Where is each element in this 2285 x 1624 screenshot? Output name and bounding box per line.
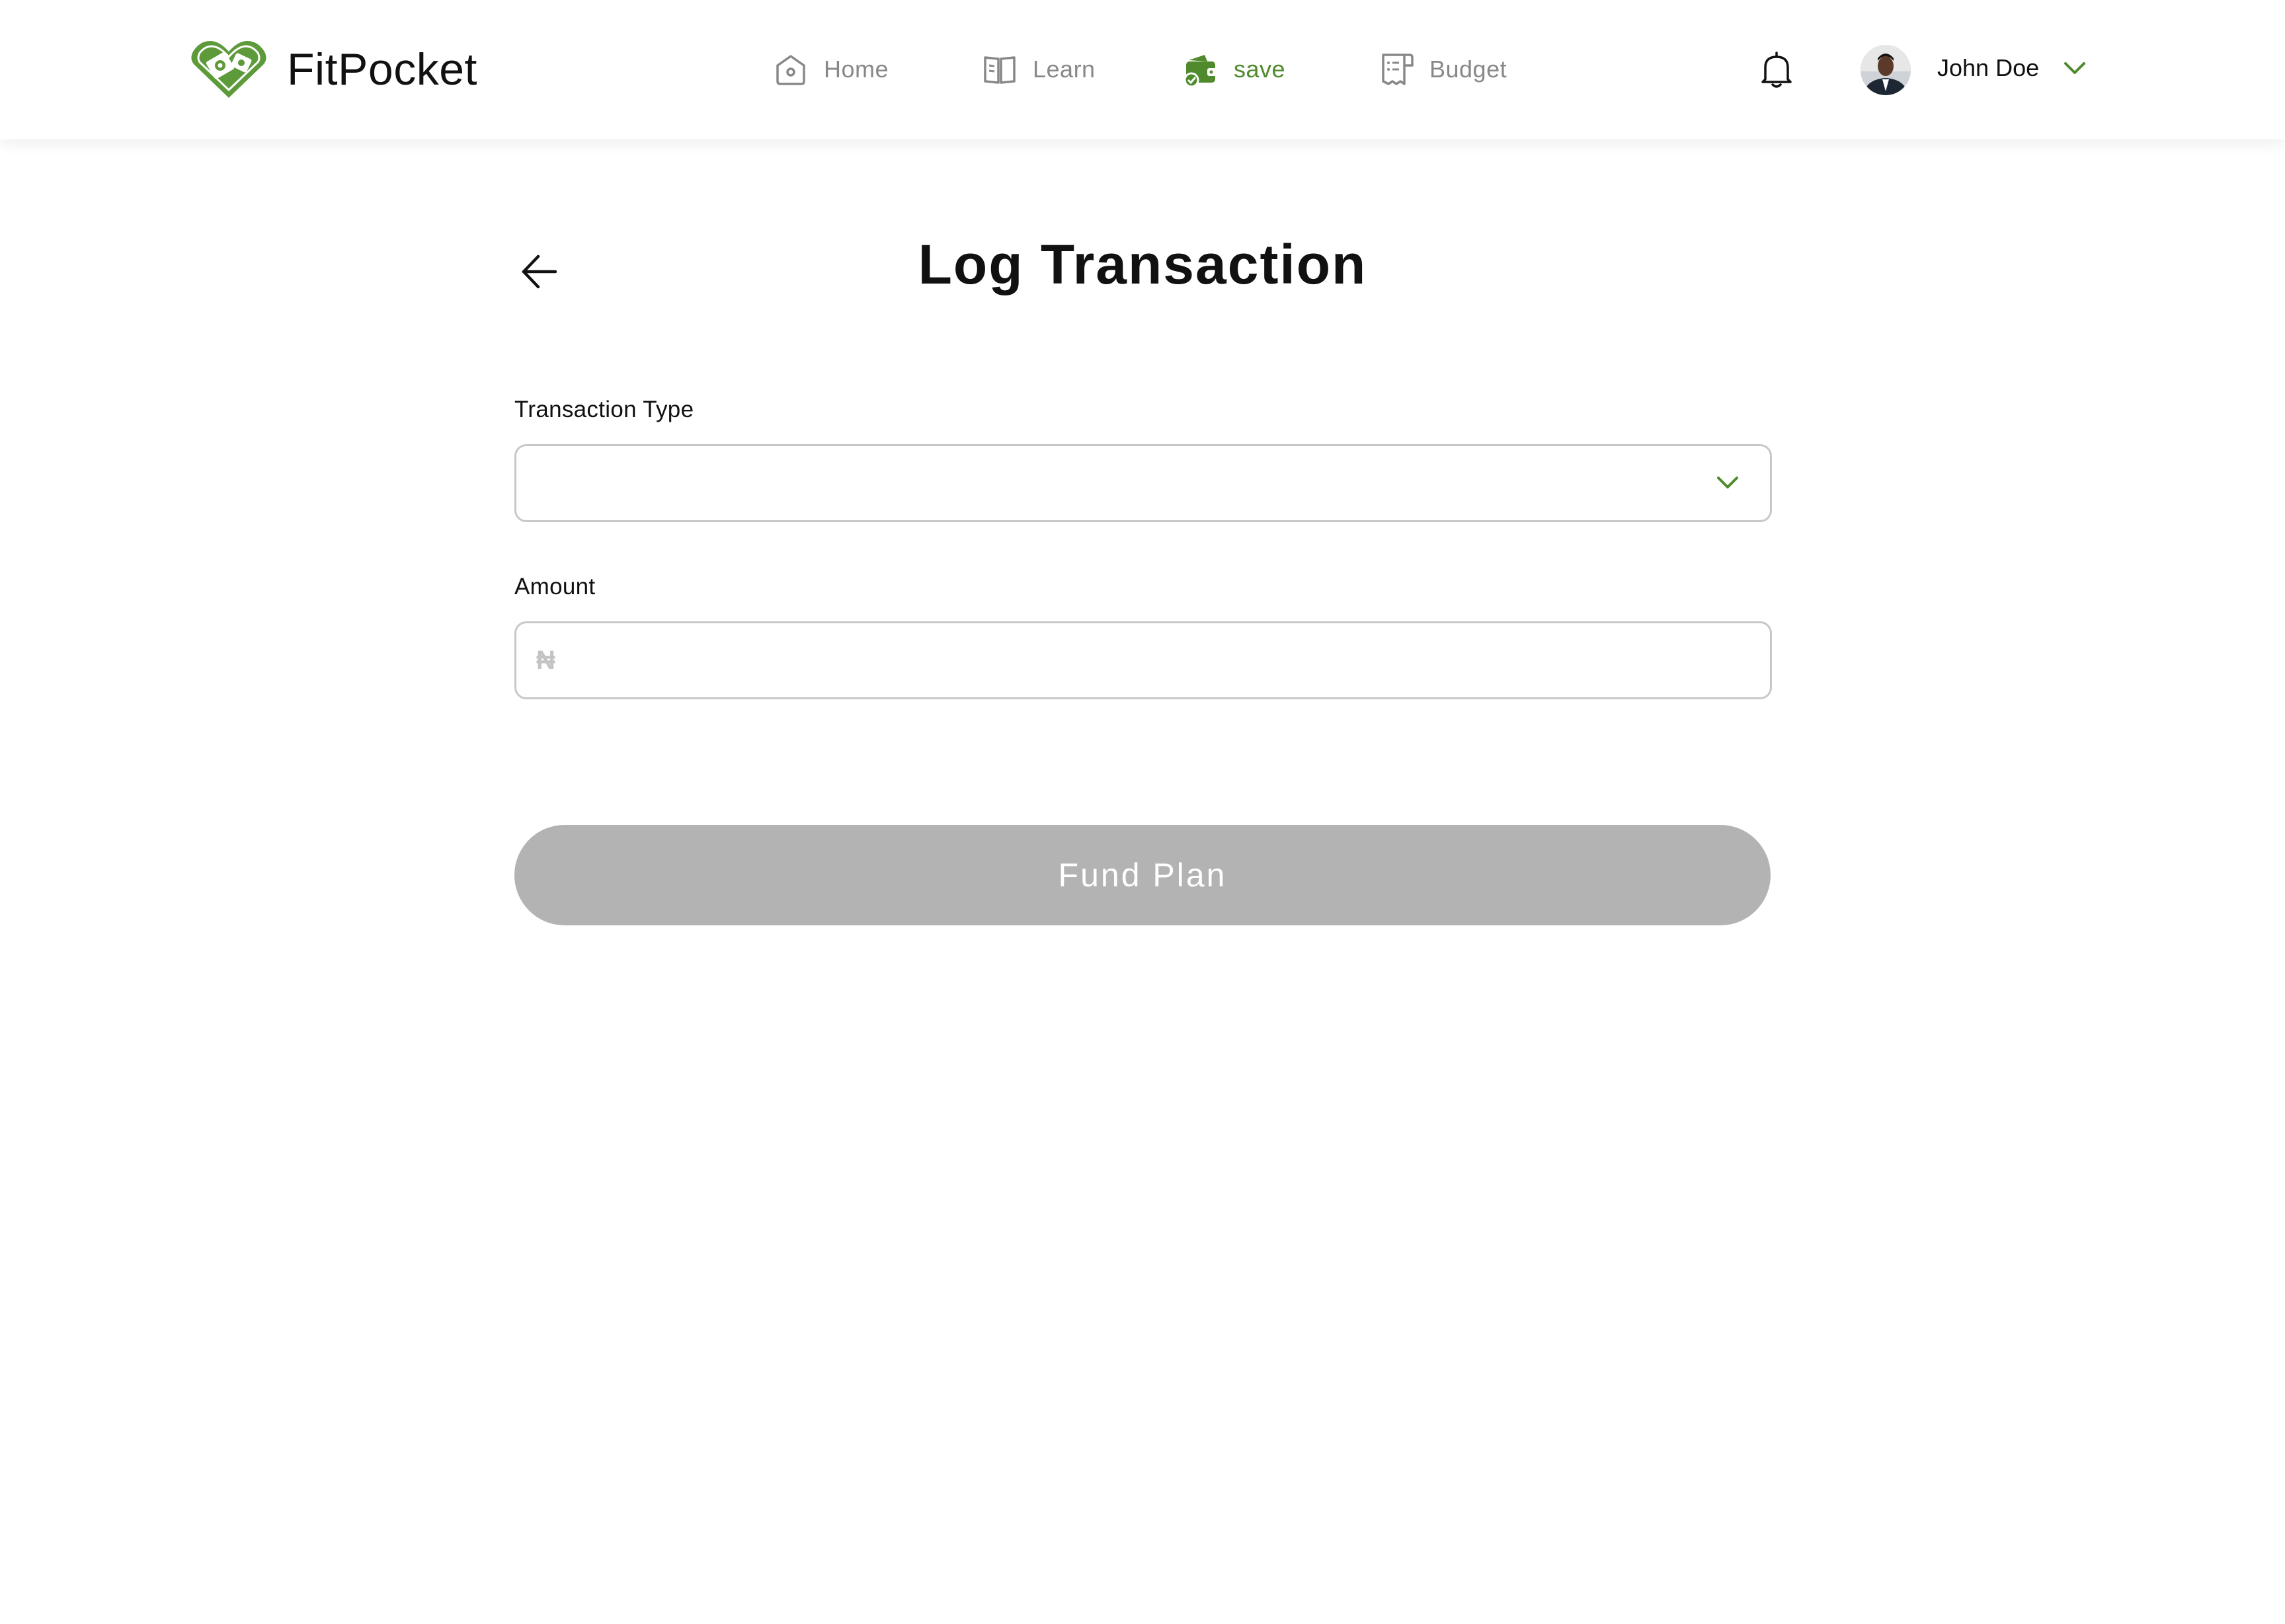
- chevron-down-icon[interactable]: [2062, 58, 2088, 78]
- nav-label-budget: Budget: [1429, 56, 1507, 83]
- nav-item-save[interactable]: save: [1182, 48, 1285, 91]
- transaction-type-label: Transaction Type: [514, 397, 694, 422]
- top-navbar: FitPocket Home Learn save Budget John Do…: [0, 0, 2285, 139]
- brand-name: FitPocket: [287, 44, 477, 95]
- user-name[interactable]: John Doe: [1937, 54, 2039, 82]
- transaction-type-select[interactable]: [514, 444, 1772, 522]
- brand-logo[interactable]: FitPocket: [189, 37, 477, 102]
- wallet-icon: [1183, 55, 1217, 88]
- page-title: Log Transaction: [918, 233, 1367, 295]
- nav-label-save: save: [1234, 56, 1286, 83]
- nav-label-learn: Learn: [1033, 56, 1096, 83]
- book-icon: [984, 56, 1016, 84]
- receipt-icon: [1382, 54, 1414, 85]
- nav-item-learn[interactable]: Learn: [981, 48, 1096, 91]
- amount-field: [514, 621, 1772, 699]
- user-photo: [1861, 45, 1911, 95]
- fund-plan-button[interactable]: Fund Plan: [514, 825, 1771, 925]
- nav-label-home: Home: [824, 56, 889, 83]
- chevron-down-icon: [1717, 477, 1738, 488]
- bell-icon[interactable]: [1759, 50, 1794, 90]
- avatar[interactable]: [1861, 45, 1911, 95]
- money-heart-icon: [191, 41, 266, 98]
- amount-label: Amount: [514, 574, 596, 599]
- amount-input[interactable]: [536, 623, 1740, 697]
- home-icon: [776, 55, 805, 85]
- nav-item-home[interactable]: Home: [772, 48, 889, 91]
- nav-item-budget[interactable]: Budget: [1378, 48, 1507, 91]
